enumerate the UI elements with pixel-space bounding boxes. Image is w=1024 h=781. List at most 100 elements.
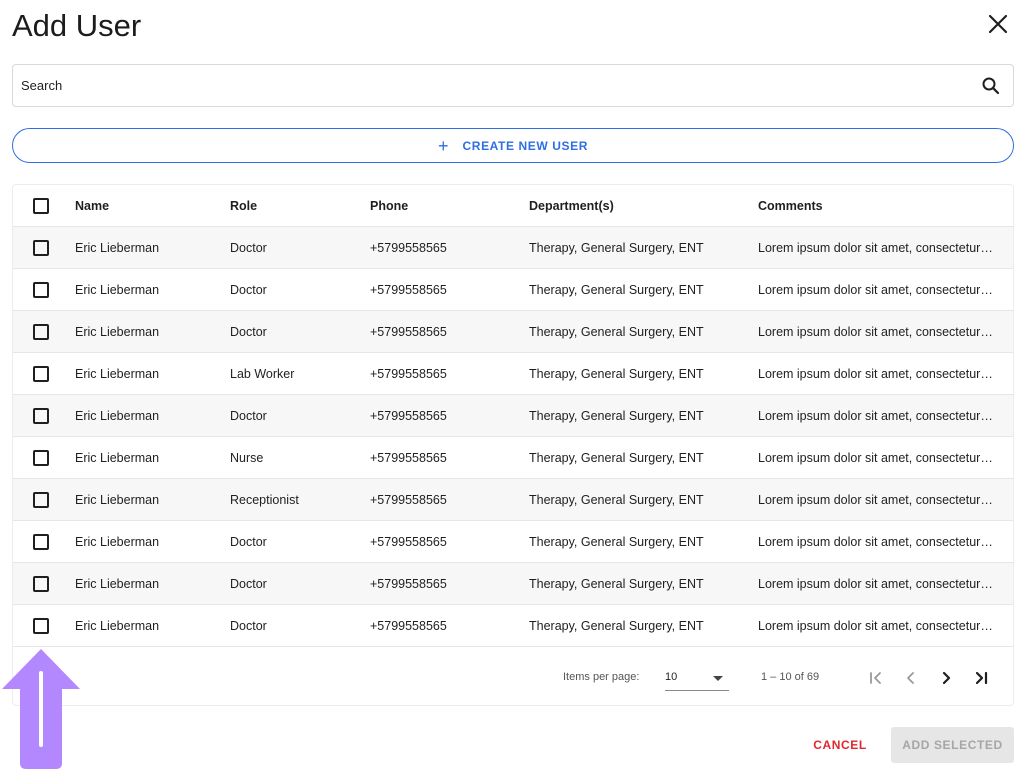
cell-department: Therapy, General Surgery, ENT bbox=[529, 240, 704, 255]
row-checkbox[interactable] bbox=[33, 366, 49, 382]
cell-department: Therapy, General Surgery, ENT bbox=[529, 576, 704, 591]
cell-department: Therapy, General Surgery, ENT bbox=[529, 492, 704, 507]
close-button[interactable] bbox=[986, 12, 1010, 36]
table-row[interactable]: Eric Lieberman Doctor +5799558565 Therapy, … bbox=[13, 521, 1013, 563]
cell-phone: +5799558565 bbox=[370, 240, 447, 255]
create-new-user-button[interactable]: + CREATE NEW USER bbox=[12, 128, 1014, 163]
chevron-down-icon bbox=[713, 676, 723, 681]
pagination-bar: Items per page: 10 1 – 10 of 69 bbox=[13, 650, 1013, 705]
cell-department: Therapy, General Surgery, ENT bbox=[529, 408, 704, 423]
row-checkbox[interactable] bbox=[33, 282, 49, 298]
cell-phone: +5799558565 bbox=[370, 366, 447, 381]
table-row[interactable]: Eric Lieberman Doctor +5799558565 Therapy, … bbox=[13, 605, 1013, 647]
cell-role: Receptionist bbox=[230, 492, 299, 507]
cell-role: Doctor bbox=[230, 534, 267, 549]
cell-comments: Lorem ipsum dolor sit amet, consectetur … bbox=[758, 534, 995, 549]
cell-phone: +5799558565 bbox=[370, 282, 447, 297]
cell-comments: Lorem ipsum dolor sit amet, consectetur … bbox=[758, 240, 995, 255]
header-name[interactable]: Name bbox=[75, 199, 225, 213]
cell-phone: +5799558565 bbox=[370, 408, 447, 423]
cell-phone: +5799558565 bbox=[370, 450, 447, 465]
cell-role: Lab Worker bbox=[230, 366, 295, 381]
cancel-button[interactable]: CANCEL bbox=[806, 727, 874, 763]
items-per-page-label: Items per page: bbox=[563, 671, 640, 683]
select-all-checkbox[interactable] bbox=[33, 198, 49, 214]
header-role[interactable]: Role bbox=[230, 199, 360, 213]
first-page-button[interactable] bbox=[864, 666, 888, 690]
cell-role: Doctor bbox=[230, 324, 267, 339]
cell-role: Doctor bbox=[230, 618, 267, 633]
cell-role: Doctor bbox=[230, 408, 267, 423]
chevron-left-icon bbox=[907, 672, 914, 684]
cell-name: Eric Lieberman bbox=[75, 366, 160, 381]
table-row[interactable]: Eric Lieberman Nurse +5799558565 Therapy, G… bbox=[13, 437, 1013, 479]
last-page-button[interactable] bbox=[969, 666, 993, 690]
cell-name: Eric Lieberman bbox=[75, 450, 160, 465]
users-table: Name Role Phone Department(s) Comments E… bbox=[12, 184, 1014, 706]
cell-name: Eric Lieberman bbox=[75, 240, 160, 255]
cell-department: Therapy, General Surgery, ENT bbox=[529, 366, 704, 381]
table-row[interactable]: Eric Lieberman Doctor +5799558565 Therapy, … bbox=[13, 563, 1013, 605]
cell-department: Therapy, General Surgery, ENT bbox=[529, 618, 704, 633]
row-checkbox[interactable] bbox=[33, 450, 49, 466]
cell-phone: +5799558565 bbox=[370, 576, 447, 591]
table-row[interactable]: Eric Lieberman Receptionist +5799558565 The… bbox=[13, 479, 1013, 521]
row-checkbox[interactable] bbox=[33, 324, 49, 340]
cell-role: Nurse bbox=[230, 450, 264, 465]
table-row[interactable]: Eric Lieberman Lab Worker +5799558565 Thera… bbox=[13, 353, 1013, 395]
cell-comments: Lorem ipsum dolor sit amet, consectetur … bbox=[758, 282, 995, 297]
page-title: Add User bbox=[12, 8, 142, 43]
create-new-user-label: CREATE NEW USER bbox=[462, 138, 588, 153]
cell-phone: +5799558565 bbox=[370, 534, 447, 549]
table-header-row: Name Role Phone Department(s) Comments bbox=[13, 185, 1013, 227]
cell-role: Doctor bbox=[230, 282, 267, 297]
row-checkbox[interactable] bbox=[33, 408, 49, 424]
cell-comments: Lorem ipsum dolor sit amet, consectetur … bbox=[758, 408, 995, 423]
row-checkbox[interactable] bbox=[33, 492, 49, 508]
cell-comments: Lorem ipsum dolor sit amet, consectetur … bbox=[758, 324, 995, 339]
cell-department: Therapy, General Surgery, ENT bbox=[529, 282, 704, 297]
cell-name: Eric Lieberman bbox=[75, 576, 160, 591]
row-checkbox[interactable] bbox=[33, 534, 49, 550]
table-row[interactable]: Eric Lieberman Doctor +5799558565 Therapy, … bbox=[13, 311, 1013, 353]
cell-department: Therapy, General Surgery, ENT bbox=[529, 324, 704, 339]
search-field[interactable] bbox=[12, 64, 1014, 107]
row-checkbox[interactable] bbox=[33, 618, 49, 634]
chevron-right-icon bbox=[942, 671, 951, 685]
cell-role: Doctor bbox=[230, 240, 267, 255]
cell-name: Eric Lieberman bbox=[75, 492, 160, 507]
cell-name: Eric Lieberman bbox=[75, 408, 160, 423]
next-page-button[interactable] bbox=[934, 666, 958, 690]
table-row[interactable]: Eric Lieberman Doctor +5799558565 Therapy, … bbox=[13, 269, 1013, 311]
cell-comments: Lorem ipsum dolor sit amet, consectetur … bbox=[758, 618, 995, 633]
cell-phone: +5799558565 bbox=[370, 618, 447, 633]
cell-phone: +5799558565 bbox=[370, 492, 447, 507]
cell-comments: Lorem ipsum dolor sit amet, consectetur … bbox=[758, 492, 995, 507]
close-icon bbox=[988, 14, 1008, 34]
first-page-icon bbox=[870, 672, 881, 684]
cell-name: Eric Lieberman bbox=[75, 324, 160, 339]
cell-department: Therapy, General Surgery, ENT bbox=[529, 450, 704, 465]
search-icon[interactable] bbox=[981, 76, 1001, 96]
cell-name: Eric Lieberman bbox=[75, 618, 160, 633]
header-comments[interactable]: Comments bbox=[758, 199, 995, 213]
table-row[interactable]: Eric Lieberman Doctor +5799558565 Therapy, … bbox=[13, 227, 1013, 269]
cell-department: Therapy, General Surgery, ENT bbox=[529, 534, 704, 549]
table-row[interactable]: Eric Lieberman Doctor +5799558565 Therapy, … bbox=[13, 395, 1013, 437]
cell-phone: +5799558565 bbox=[370, 324, 447, 339]
cell-name: Eric Lieberman bbox=[75, 534, 160, 549]
cell-name: Eric Lieberman bbox=[75, 282, 160, 297]
search-input[interactable] bbox=[21, 65, 961, 106]
prev-page-button[interactable] bbox=[899, 666, 923, 690]
up-arrow-icon bbox=[2, 649, 80, 769]
items-per-page-value: 10 bbox=[665, 671, 678, 683]
header-department[interactable]: Department(s) bbox=[529, 199, 749, 213]
cell-role: Doctor bbox=[230, 576, 267, 591]
cell-comments: Lorem ipsum dolor sit amet, consectetur … bbox=[758, 366, 995, 381]
row-checkbox[interactable] bbox=[33, 576, 49, 592]
header-phone[interactable]: Phone bbox=[370, 199, 520, 213]
row-checkbox[interactable] bbox=[33, 240, 49, 256]
page-range-label: 1 – 10 of 69 bbox=[761, 671, 820, 683]
add-selected-button: ADD SELECTED bbox=[891, 727, 1014, 763]
items-per-page-select[interactable]: 10 bbox=[665, 663, 729, 691]
